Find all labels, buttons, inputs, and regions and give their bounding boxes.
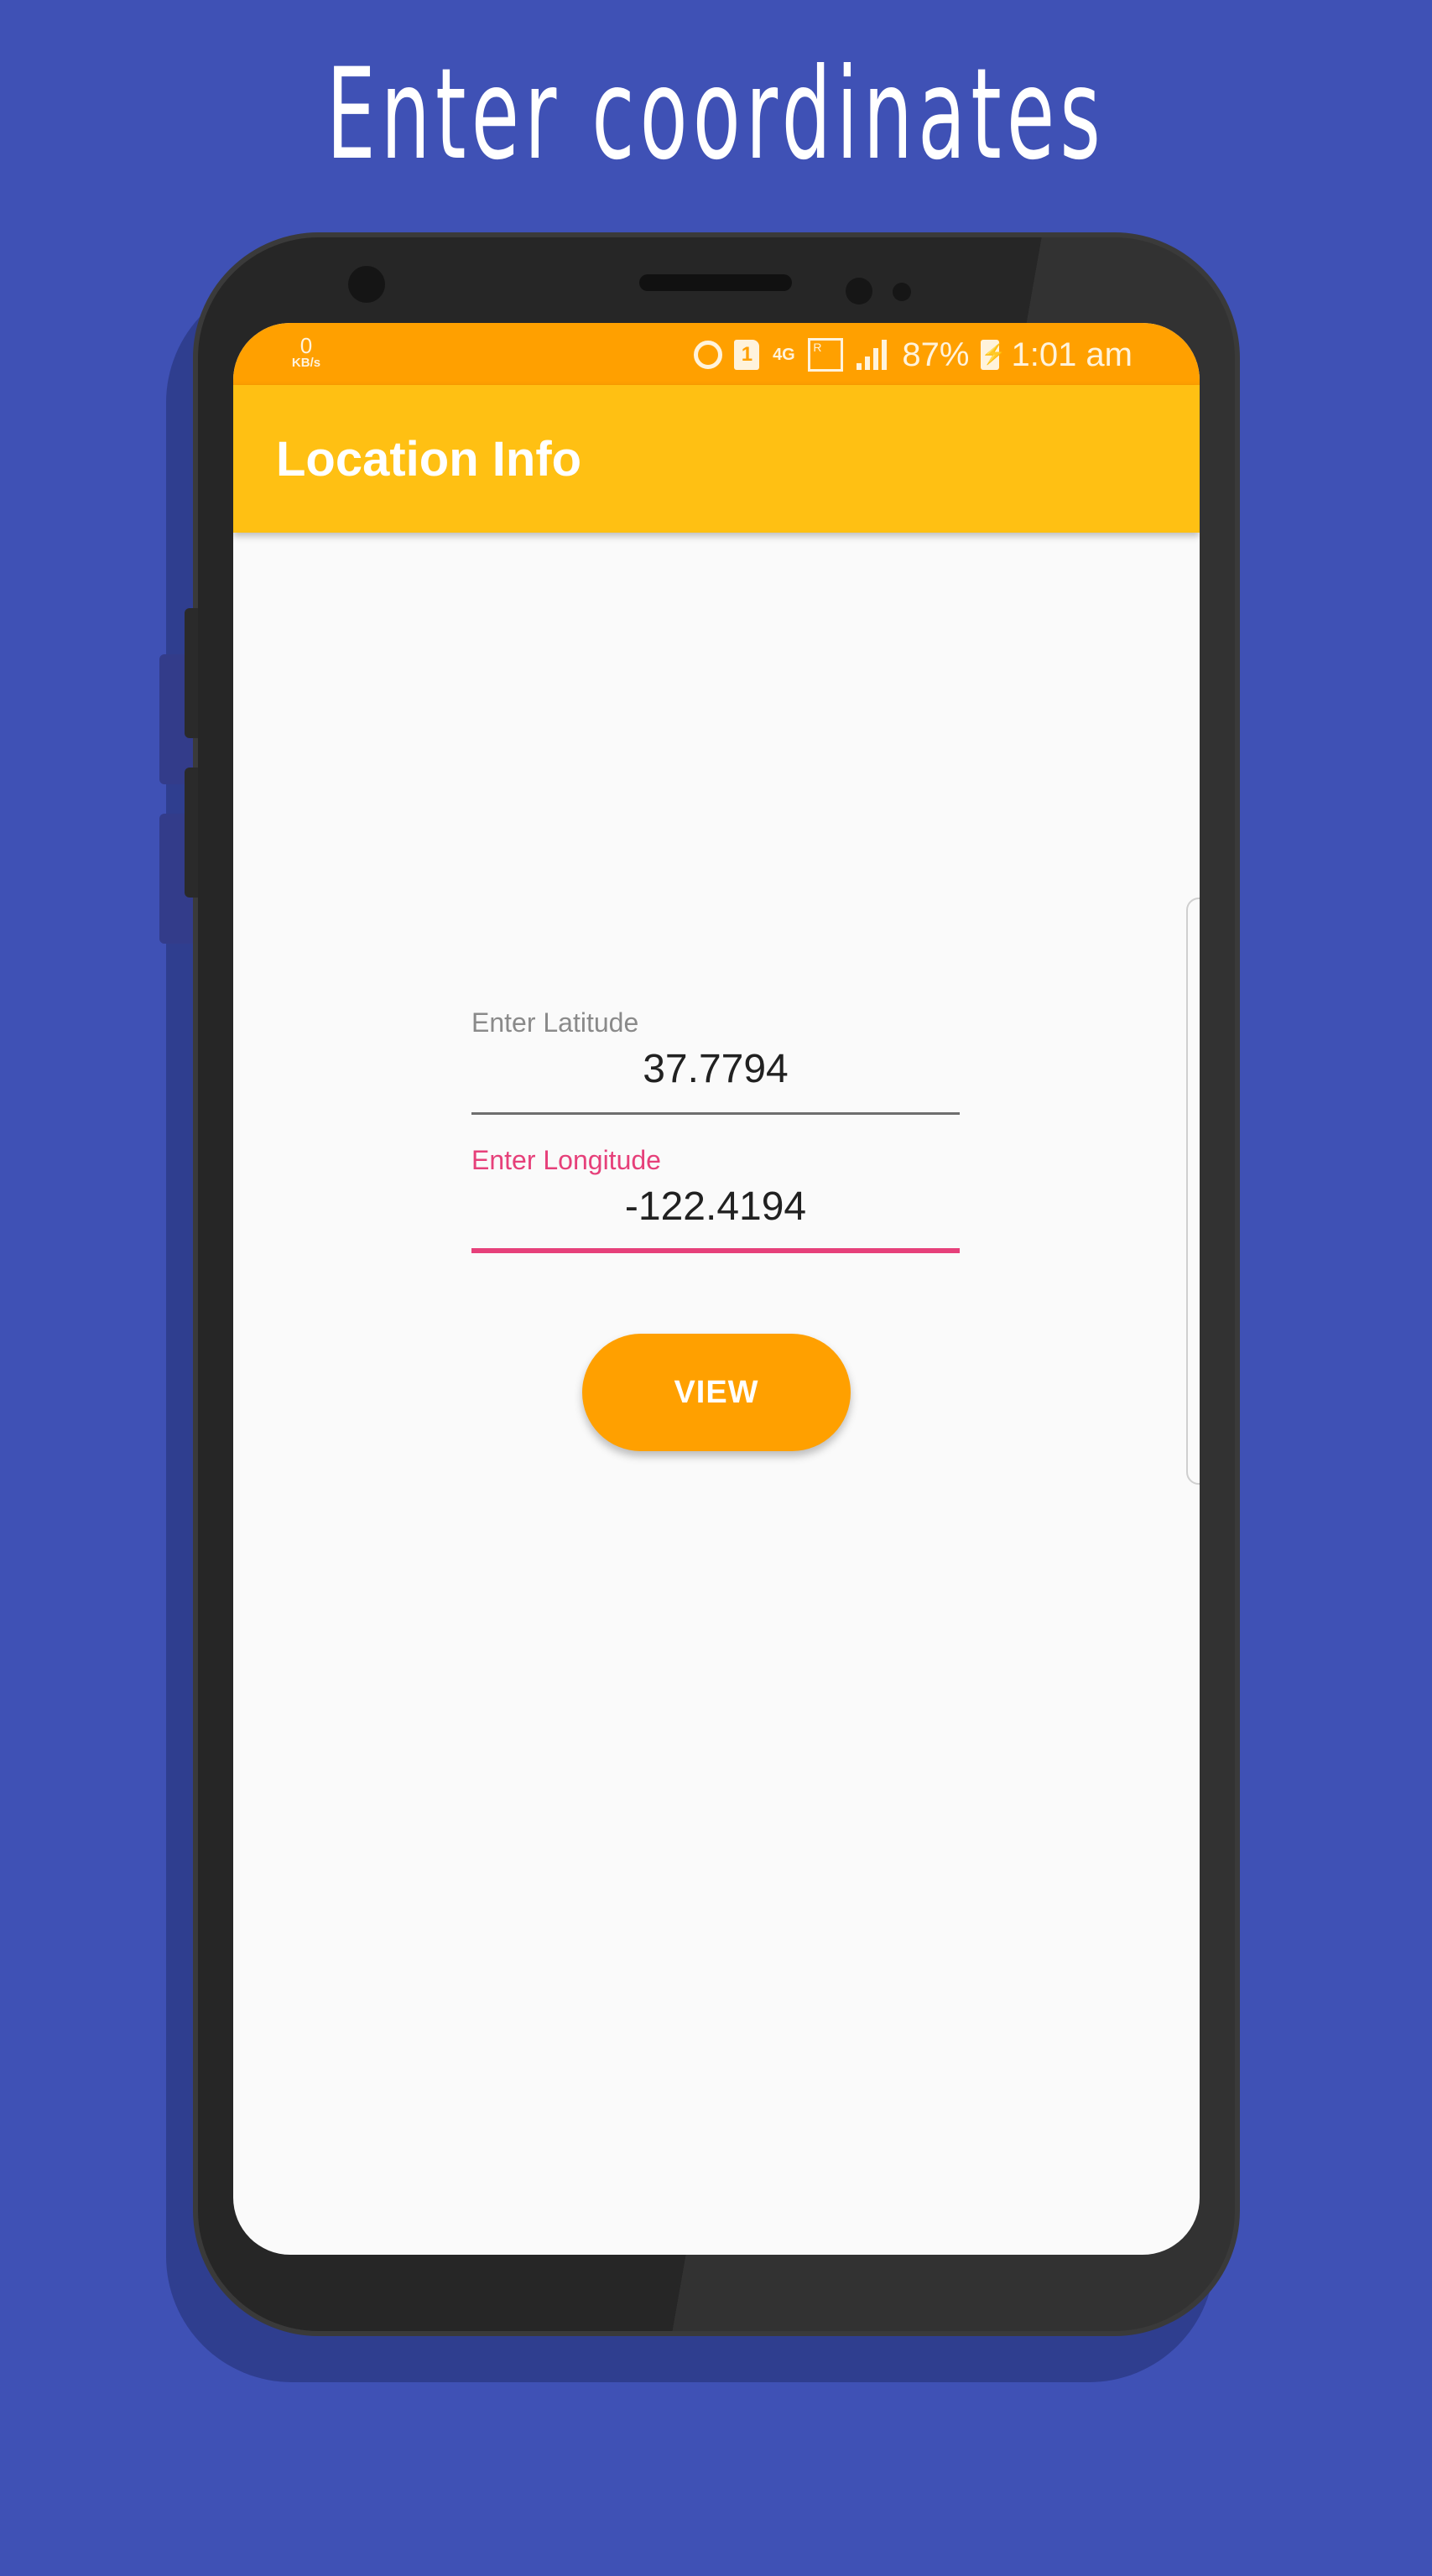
status-bar: 0 KB/s 1 4G R 87% ⚡ 1:01 am xyxy=(233,323,1200,385)
network-speed-unit: KB/s xyxy=(291,356,321,370)
longitude-underline xyxy=(471,1248,960,1253)
network-speed: 0 KB/s xyxy=(285,335,327,369)
status-time: 1:01 am xyxy=(1011,336,1133,373)
signal-icon xyxy=(855,338,890,372)
battery-charging-icon: ⚡ xyxy=(981,340,1006,370)
battery-percent: 87% xyxy=(902,336,970,373)
earpiece-speaker xyxy=(639,274,792,291)
app-title: Location Info xyxy=(276,432,582,487)
longitude-label: Enter Longitude xyxy=(471,1145,661,1175)
edge-panel-handle[interactable] xyxy=(1186,898,1200,1485)
proximity-sensor xyxy=(846,278,872,304)
4g-data-icon: 4G xyxy=(773,346,795,364)
longitude-input[interactable]: -122.4194 xyxy=(471,1183,960,1231)
latitude-field[interactable]: Enter Latitude 37.7794 xyxy=(471,1007,960,1124)
phone-screen: 0 KB/s 1 4G R 87% ⚡ 1:01 am Location Inf… xyxy=(233,323,1200,2255)
view-button[interactable]: VIEW xyxy=(582,1334,851,1451)
longitude-field[interactable]: Enter Longitude -122.4194 xyxy=(471,1144,960,1262)
promo-headline: Enter coordinates xyxy=(325,42,1107,188)
latitude-input[interactable]: 37.7794 xyxy=(471,1045,960,1094)
volume-up-button xyxy=(185,608,198,738)
status-icons: 1 4G R 87% ⚡ 1:01 am xyxy=(694,336,1133,374)
roaming-signal-icon: R xyxy=(808,338,844,372)
alarm-icon xyxy=(694,341,723,369)
sim-icon: 1 xyxy=(734,340,760,370)
front-camera xyxy=(348,266,385,303)
latitude-underline xyxy=(471,1112,960,1115)
app-bar: Location Info xyxy=(233,385,1200,533)
latitude-label: Enter Latitude xyxy=(471,1007,639,1038)
light-sensor xyxy=(893,283,911,301)
volume-down-button xyxy=(185,768,198,898)
network-speed-value: 0 xyxy=(299,333,313,358)
